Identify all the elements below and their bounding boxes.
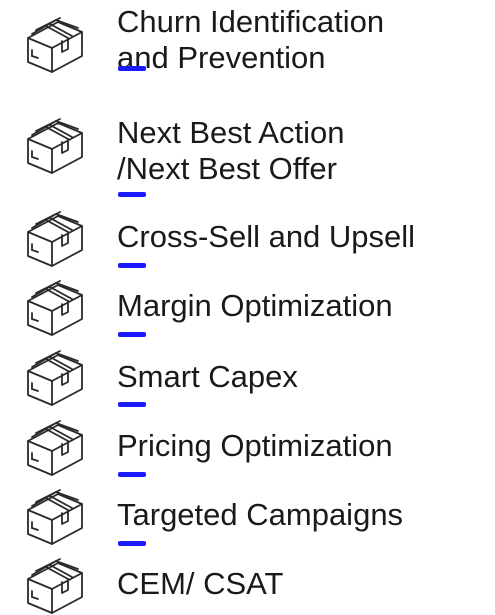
accent-underline bbox=[118, 192, 146, 197]
accent-underline bbox=[118, 472, 146, 477]
item-label: Cross-Sell and Upsell bbox=[117, 219, 416, 254]
package-box-icon bbox=[22, 553, 88, 615]
package-box-icon bbox=[22, 484, 88, 546]
package-box-icon bbox=[22, 415, 88, 477]
item-label: CEM/ CSAT bbox=[117, 566, 284, 601]
package-box-icon bbox=[22, 12, 88, 74]
item-label: Pricing Optimization bbox=[117, 428, 393, 463]
item-label: Next Best Action /Next Best Offer bbox=[117, 115, 345, 186]
item-label: Churn Identification and Prevention bbox=[117, 4, 385, 75]
item-label: Targeted Campaigns bbox=[117, 497, 404, 532]
accent-underline bbox=[118, 263, 146, 268]
package-box-icon bbox=[22, 113, 88, 175]
package-box-icon bbox=[22, 275, 88, 337]
accent-underline bbox=[118, 541, 146, 546]
item-label: Smart Capex bbox=[117, 359, 298, 394]
accent-underline bbox=[118, 332, 146, 337]
accent-underline bbox=[118, 402, 146, 407]
package-box-icon bbox=[22, 345, 88, 407]
item-label: Margin Optimization bbox=[117, 288, 393, 323]
accent-underline bbox=[118, 66, 146, 71]
package-box-icon bbox=[22, 206, 88, 268]
